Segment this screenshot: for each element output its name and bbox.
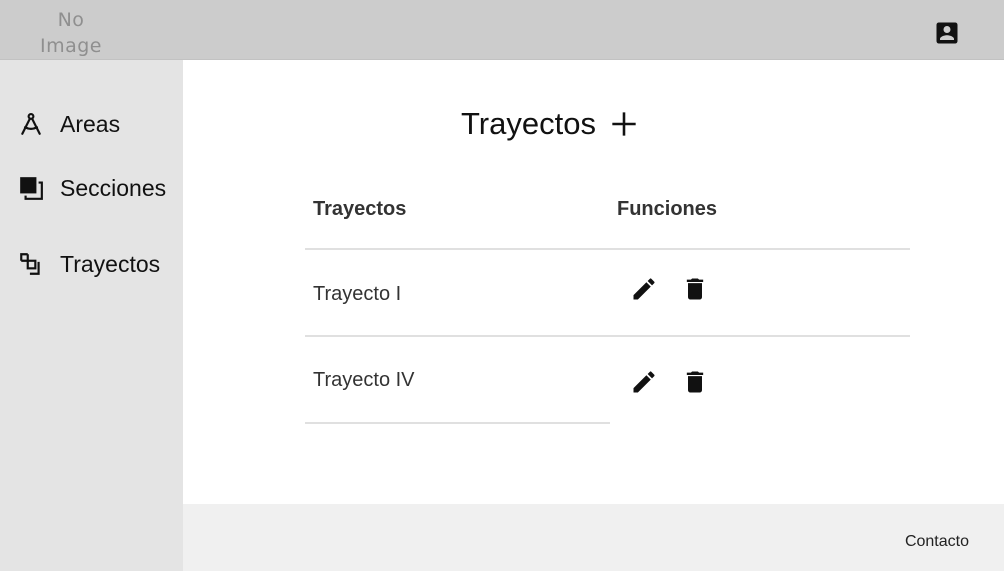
column-header-funciones: Funciones bbox=[617, 198, 718, 220]
plus-icon bbox=[612, 112, 636, 136]
table-row: Trayecto I bbox=[305, 250, 910, 337]
delete-icon bbox=[686, 278, 704, 300]
row-divider bbox=[305, 422, 610, 424]
sidebar-item-label: Secciones bbox=[60, 174, 167, 201]
add-trayecto-button[interactable] bbox=[608, 108, 640, 140]
row-actions bbox=[627, 272, 712, 306]
logo-placeholder: No Image bbox=[30, 7, 112, 57]
sidebar-item-areas[interactable]: Areas bbox=[0, 102, 183, 146]
footer: Contacto bbox=[183, 504, 1004, 571]
logo-text-line1: No bbox=[57, 9, 85, 31]
trayecto-name: Trayecto IV bbox=[313, 369, 415, 391]
app-root: No Image Areas Secciones Trayectos Traye… bbox=[0, 0, 1004, 571]
sidebar-item-secciones[interactable]: Secciones bbox=[0, 166, 183, 210]
delete-button[interactable] bbox=[678, 272, 712, 306]
sidebar: Areas Secciones Trayectos bbox=[0, 60, 183, 571]
top-bar: No Image bbox=[0, 0, 1004, 60]
trayecto-name: Trayecto I bbox=[313, 283, 402, 305]
delete-icon bbox=[686, 371, 704, 393]
sidebar-item-label: Areas bbox=[60, 110, 121, 137]
main-content: Trayectos Trayectos Funciones Trayecto I bbox=[183, 60, 1004, 504]
title-row: Trayectos bbox=[461, 104, 640, 144]
column-header-trayectos: Trayectos bbox=[313, 198, 407, 220]
sidebar-item-label: Trayectos bbox=[60, 250, 161, 277]
row-actions bbox=[627, 365, 712, 399]
table-row: Trayecto IV bbox=[305, 337, 910, 424]
layers-icon bbox=[18, 175, 44, 201]
edit-button[interactable] bbox=[627, 365, 661, 399]
edit-icon bbox=[633, 371, 655, 393]
account-box-icon bbox=[936, 22, 958, 44]
logo-text-line2: Image bbox=[39, 35, 102, 57]
delete-button[interactable] bbox=[678, 365, 712, 399]
account-button[interactable] bbox=[931, 17, 963, 49]
page-title: Trayectos bbox=[461, 106, 596, 141]
compass-icon bbox=[18, 111, 44, 137]
flip-to-front-icon bbox=[18, 251, 44, 277]
edit-button[interactable] bbox=[627, 272, 661, 306]
sidebar-item-trayectos[interactable]: Trayectos bbox=[0, 242, 183, 286]
edit-icon bbox=[633, 278, 655, 300]
contact-link[interactable]: Contacto bbox=[905, 533, 969, 551]
